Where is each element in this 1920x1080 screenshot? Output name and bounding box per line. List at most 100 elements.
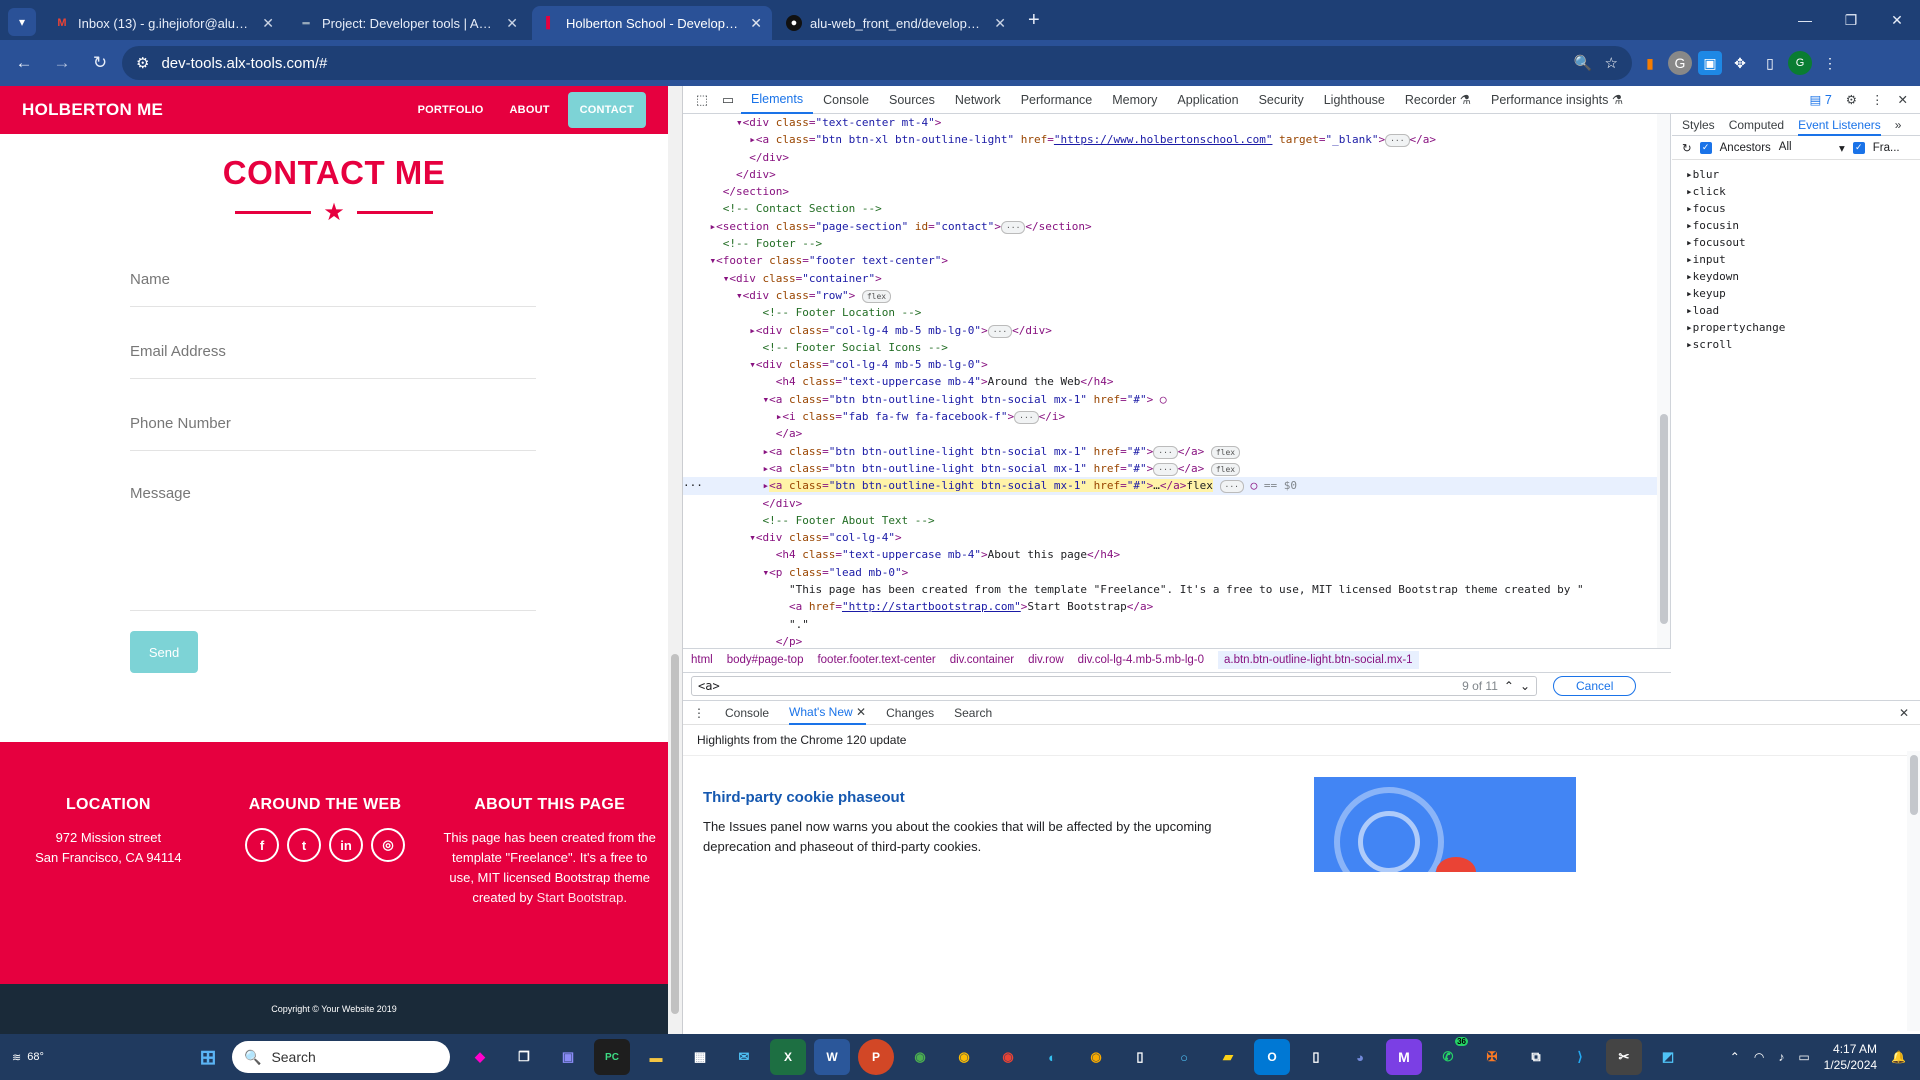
dom-node[interactable]: <!-- Footer Location --> — [683, 304, 1670, 321]
settings-gear-icon[interactable]: ⚙ — [1846, 92, 1857, 107]
breadcrumb-item-current[interactable]: a.btn.btn-outline-light.btn-social.mx-1 — [1218, 650, 1419, 669]
drawer-tab-search[interactable]: Search — [954, 706, 992, 720]
dom-node[interactable]: </div> — [683, 149, 1670, 166]
nav-about[interactable]: ABOUT — [510, 104, 550, 116]
chrome-icon[interactable]: ◉ — [902, 1039, 938, 1075]
tab-gmail[interactable]: M Inbox (13) - g.ihejiofor@alustudent.co… — [44, 6, 284, 40]
vscode-icon[interactable]: ⟩ — [1562, 1039, 1598, 1075]
breadcrumb-item[interactable]: html — [691, 654, 713, 666]
windows-start-icon[interactable]: ⊞ — [190, 1039, 226, 1075]
tab-security[interactable]: Security — [1249, 86, 1314, 114]
dom-node[interactable]: </section> — [683, 183, 1670, 200]
chrome-icon[interactable]: ◉ — [946, 1039, 982, 1075]
tab-styles[interactable]: Styles — [1682, 118, 1715, 132]
document-icon[interactable]: ▯ — [1122, 1039, 1158, 1075]
volume-icon[interactable]: ♪ — [1778, 1050, 1784, 1064]
dom-node[interactable]: ▾<p class="lead mb-0"> — [683, 564, 1670, 581]
more-tabs-icon[interactable]: » — [1895, 118, 1902, 132]
dom-node[interactable]: ▾<footer class="footer text-center"> — [683, 252, 1670, 269]
chrome-icon[interactable]: ◉ — [990, 1039, 1026, 1075]
listener-item[interactable]: ▸keyup — [1672, 285, 1920, 302]
tab-performance[interactable]: Performance — [1011, 86, 1103, 114]
tab-lighthouse[interactable]: Lighthouse — [1314, 86, 1395, 114]
dom-node[interactable]: ▾<div class="col-lg-4"> — [683, 529, 1670, 546]
dom-tree[interactable]: ▾<div class="text-center mt-4"> ▸<a clas… — [683, 114, 1671, 648]
scrollbar-thumb[interactable] — [671, 654, 679, 1014]
url-text[interactable]: dev-tools.alx-tools.com/# — [161, 55, 1561, 72]
word-icon[interactable]: W — [814, 1039, 850, 1075]
message-field[interactable]: Message — [130, 451, 536, 611]
drawer-tab-changes[interactable]: Changes — [886, 706, 934, 720]
nav-portfolio[interactable]: PORTFOLIO — [418, 104, 484, 116]
clock[interactable]: 4:17 AM 1/25/2024 — [1824, 1041, 1877, 1073]
extension-icon[interactable]: ▣ — [1698, 51, 1722, 75]
name-field[interactable]: Name — [130, 235, 536, 307]
previous-match-icon[interactable]: ⌃ — [1504, 679, 1514, 693]
tab-performance-insights[interactable]: Performance insights ⚗ — [1481, 86, 1633, 114]
drawer-menu-icon[interactable]: ⋮ — [693, 706, 705, 720]
dom-node[interactable]: <a href="http://startbootstrap.com">Star… — [683, 598, 1670, 615]
bookmark-star-icon[interactable]: ☆ — [1605, 54, 1618, 72]
whatsapp-icon[interactable]: ✆ 36 — [1430, 1037, 1468, 1075]
menu-kebab-icon[interactable]: ⋮ — [1818, 51, 1842, 75]
dom-node[interactable]: ▸<div class="col-lg-4 mb-5 mb-lg-0"> ··· <… — [683, 322, 1670, 339]
chevron-up-icon[interactable]: ⌃ — [1730, 1050, 1740, 1064]
grammarly-icon[interactable]: G — [1668, 51, 1692, 75]
breadcrumb-item[interactable]: div.row — [1028, 654, 1064, 666]
document-icon[interactable]: ▯ — [1298, 1039, 1334, 1075]
scrollbar-thumb[interactable] — [1660, 414, 1668, 624]
next-match-icon[interactable]: ⌄ — [1520, 679, 1530, 693]
more-options-icon[interactable]: ⋮ — [1871, 92, 1884, 107]
breadcrumb-item[interactable]: body#page-top — [727, 654, 804, 666]
tab-event-listeners[interactable]: Event Listeners — [1798, 114, 1881, 136]
listener-filter-select[interactable]: All ▾ — [1779, 141, 1845, 155]
zoom-icon[interactable]: 🔍 — [1574, 54, 1593, 72]
dom-node[interactable]: ▸<i class="fab fa-fw fa-facebook-f"> ··· <… — [683, 408, 1670, 425]
inspect-element-icon[interactable]: ⬚ — [689, 92, 715, 108]
listener-item[interactable]: ▸load — [1672, 302, 1920, 319]
dribbble-icon[interactable]: ◎ — [371, 828, 405, 862]
drawer-scrollbar[interactable] — [1907, 751, 1920, 1031]
powerpoint-icon[interactable]: P — [858, 1039, 894, 1075]
dom-node[interactable]: ▸<a class="btn btn-outline-light btn-soc… — [683, 443, 1670, 460]
app-icon[interactable]: ◩ — [1650, 1039, 1686, 1075]
dom-node[interactable]: ▾<div class="col-lg-4 mb-5 mb-lg-0"> — [683, 356, 1670, 373]
file-explorer-icon[interactable]: ▬ — [638, 1039, 674, 1075]
dom-node[interactable]: </a> — [683, 425, 1670, 442]
forward-icon[interactable]: → — [46, 47, 78, 79]
framework-listeners-checkbox[interactable]: ✓ — [1852, 141, 1865, 154]
side-panel-icon[interactable]: ▯ — [1758, 51, 1782, 75]
store-icon[interactable]: ▦ — [682, 1039, 718, 1075]
breadcrumb-item[interactable]: footer.footer.text-center — [817, 654, 935, 666]
refresh-icon[interactable]: ↻ — [1682, 141, 1692, 155]
xampp-icon[interactable]: ✠ — [1474, 1039, 1510, 1075]
tab-sources[interactable]: Sources — [879, 86, 945, 114]
close-icon[interactable]: ✕ — [750, 15, 762, 32]
drawer-tab-console[interactable]: Console — [725, 706, 769, 720]
cancel-search-button[interactable]: Cancel — [1553, 675, 1637, 696]
drawer-tab-whats-new[interactable]: What's New ✕ — [789, 701, 867, 725]
outlook-icon[interactable]: O — [1254, 1039, 1290, 1075]
dom-node[interactable]: <!-- Footer About Text --> — [683, 512, 1670, 529]
discord-icon[interactable]: ◕ — [1342, 1039, 1378, 1075]
facebook-icon[interactable]: f — [245, 828, 279, 862]
tab-network[interactable]: Network — [945, 86, 1011, 114]
close-icon[interactable]: ✕ — [856, 705, 866, 719]
listener-item[interactable]: ▸click — [1672, 183, 1920, 200]
cortana-icon[interactable]: ○ — [1166, 1039, 1202, 1075]
tab-recorder[interactable]: Recorder ⚗ — [1395, 86, 1481, 114]
battery-icon[interactable]: ▭ — [1798, 1050, 1809, 1064]
notification-icon[interactable]: 🔔 — [1891, 1050, 1906, 1064]
minimize-icon[interactable]: — — [1782, 0, 1828, 40]
dom-node[interactable]: <h4 class="text-uppercase mb-4">About th… — [683, 546, 1670, 563]
tab-console[interactable]: Console — [813, 86, 879, 114]
dom-node[interactable]: <!-- Footer Social Icons --> — [683, 339, 1670, 356]
listener-item[interactable]: ▸focusin — [1672, 217, 1920, 234]
close-devtools-icon[interactable]: ✕ — [1898, 92, 1908, 107]
dom-node[interactable]: <!-- Contact Section --> — [683, 200, 1670, 217]
back-icon[interactable]: ← — [8, 47, 40, 79]
tab-search-button[interactable]: ▾ — [8, 8, 36, 36]
address-bar[interactable]: ⚙ dev-tools.alx-tools.com/# 🔍 ☆ — [122, 46, 1632, 80]
listener-item[interactable]: ▸scroll — [1672, 336, 1920, 353]
search-query[interactable]: <a> — [698, 679, 1456, 693]
